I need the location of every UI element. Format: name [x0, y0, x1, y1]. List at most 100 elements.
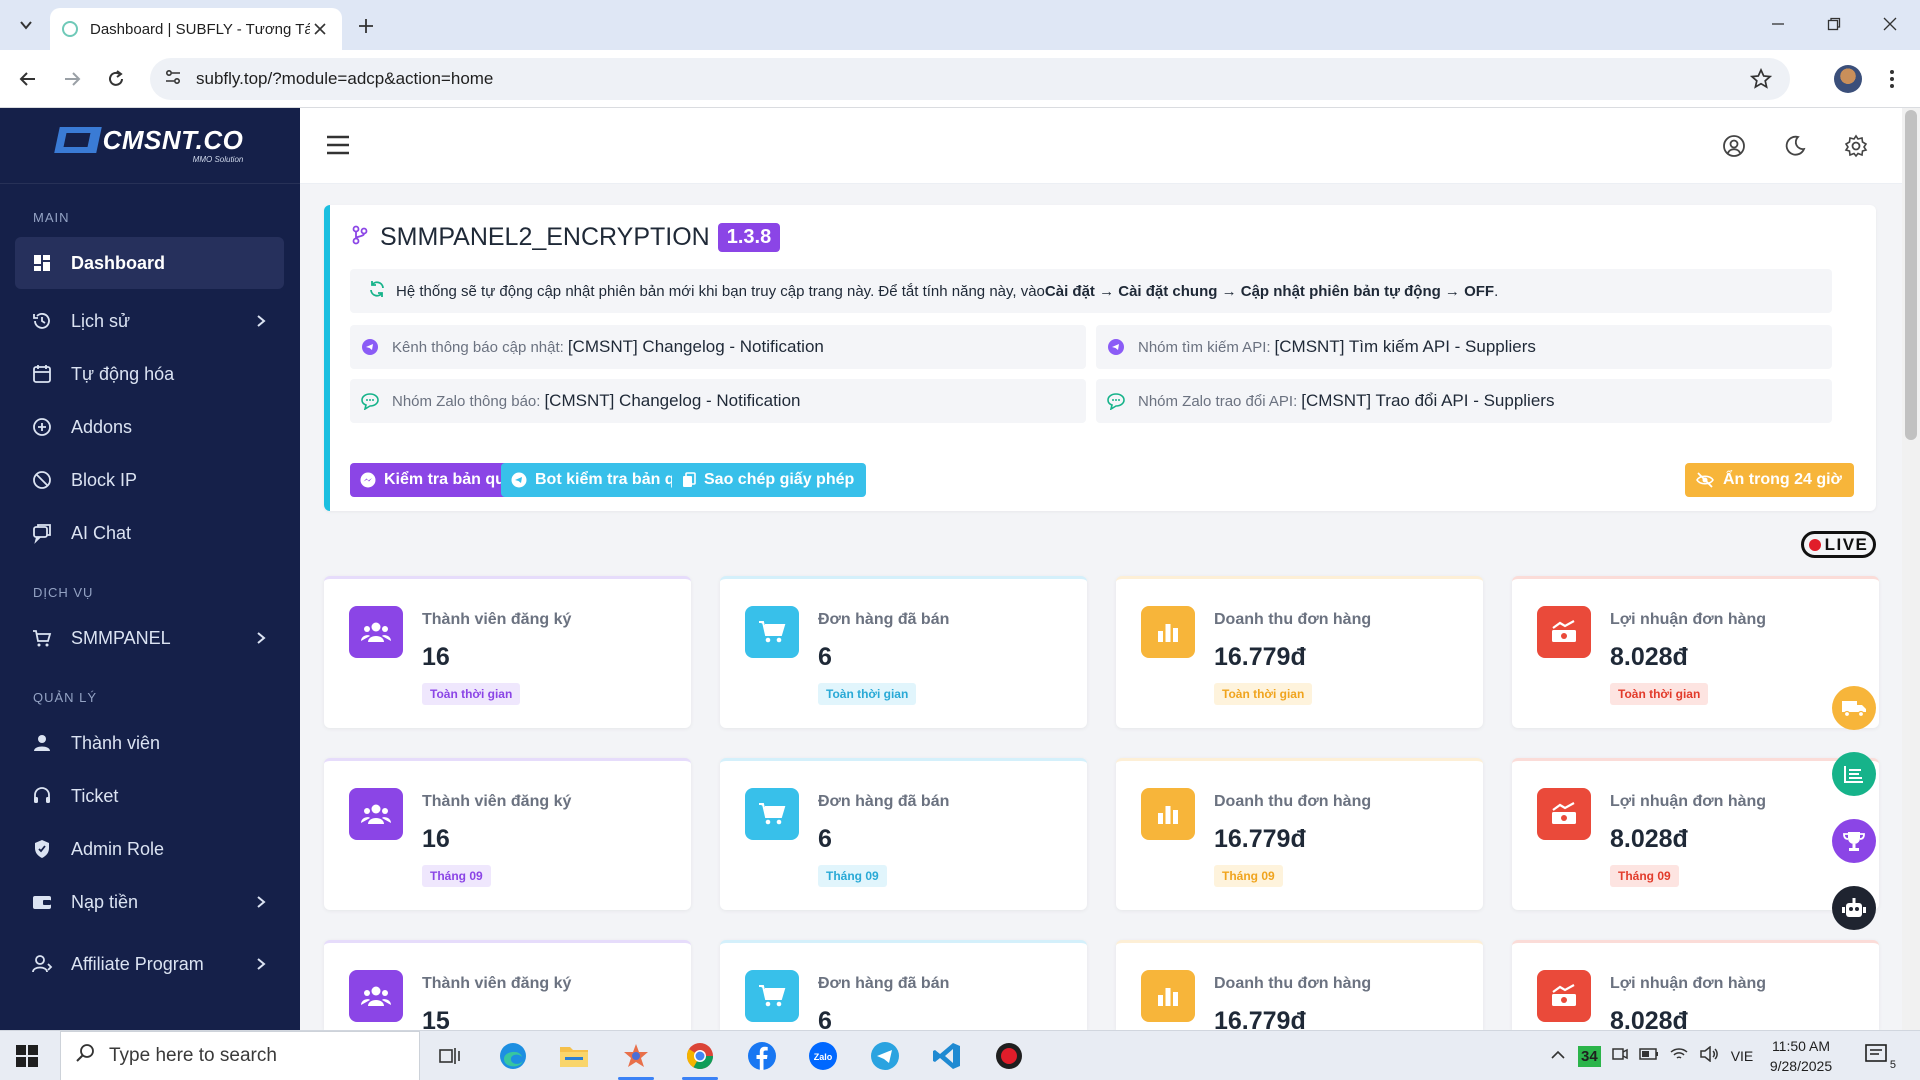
sidebar-item-admin-role[interactable]: Admin Role	[15, 823, 284, 875]
edge-browser-icon[interactable]	[485, 1035, 541, 1077]
cart-icon	[31, 627, 53, 649]
facebook-icon[interactable]	[734, 1035, 790, 1077]
meet-now-icon[interactable]	[1611, 1045, 1629, 1068]
tab-close-icon[interactable]	[310, 19, 330, 39]
sidebar-item-dashboard[interactable]: Dashboard	[15, 237, 284, 289]
stat-card-members: Thành viên đăng ký 16 Toàn thời gian	[324, 576, 691, 728]
restore-window-icon[interactable]	[1806, 8, 1862, 40]
stat-period-badge: Tháng 09	[818, 865, 887, 887]
recorder-icon[interactable]	[981, 1035, 1037, 1077]
bar-chart-icon	[1141, 606, 1195, 658]
sidebar-item-smmpanel[interactable]: SMMPANEL	[15, 612, 284, 664]
back-arrow-icon[interactable]	[12, 63, 44, 95]
git-branch-icon	[352, 223, 368, 252]
stat-value: 6	[818, 643, 832, 671]
list-chart-fab[interactable]	[1832, 752, 1876, 796]
telegram-changelog-link[interactable]: Kênh thông báo cập nhật: [CMSNT] Changel…	[350, 325, 1086, 369]
vscode-icon[interactable]	[919, 1035, 975, 1077]
stat-card-members: Thành viên đăng ký 15	[324, 940, 691, 1035]
sidebar-item-label: AI Chat	[71, 522, 132, 543]
tab-search-dropdown[interactable]	[12, 12, 40, 38]
sidebar-item-history[interactable]: Lịch sử	[15, 295, 284, 347]
tab-title: Dashboard | SUBFLY - Tương Tá	[90, 20, 310, 38]
trophy-fab[interactable]	[1832, 819, 1876, 863]
volume-icon[interactable]	[1699, 1044, 1719, 1067]
app-star-icon[interactable]	[608, 1035, 664, 1080]
telegram-icon	[360, 337, 380, 357]
sidebar-section-services: DỊCH VỤ	[33, 585, 94, 600]
settings-gear-icon[interactable]	[1842, 132, 1870, 160]
product-name: SMMPANEL2_ENCRYPTION	[380, 223, 710, 251]
link-label: Nhóm tìm kiếm API:	[1138, 338, 1271, 356]
hide-24h-button[interactable]: Ẩn trong 24 giờ	[1685, 463, 1854, 497]
taskbar-clock[interactable]: 11:50 AM 9/28/2025	[1756, 1036, 1846, 1076]
sidebar-item-members[interactable]: Thành viên	[15, 717, 284, 769]
headset-icon	[31, 785, 53, 807]
stat-period-badge: Toàn thời gian	[1610, 683, 1709, 705]
browser-tab-active[interactable]: Dashboard | SUBFLY - Tương Tá	[50, 8, 342, 50]
page-scrollbar[interactable]	[1902, 108, 1920, 1030]
robot-fab[interactable]	[1832, 886, 1876, 930]
user-profile-icon[interactable]	[1720, 132, 1748, 160]
chevron-right-icon	[256, 629, 266, 650]
stat-label: Thành viên đăng ký	[422, 611, 572, 628]
shipping-truck-fab[interactable]	[1832, 686, 1876, 730]
dark-mode-moon-icon[interactable]	[1781, 132, 1809, 160]
tab-favicon-icon	[62, 21, 78, 37]
sidebar-item-affiliate[interactable]: Affiliate Program	[15, 938, 284, 990]
sidebar-logo[interactable]: CMSNT.CO MMO Solution	[0, 108, 300, 184]
url-omnibox[interactable]: subfly.top/?module=adcp&action=home	[150, 58, 1790, 100]
stat-card-members: Thành viên đăng ký 16 Tháng 09	[324, 758, 691, 910]
sidebar-item-ticket[interactable]: Ticket	[15, 770, 284, 822]
stat-card-orders: Đơn hàng đã bán 6 Toàn thời gian	[720, 576, 1087, 728]
browser-menu-icon[interactable]	[1882, 64, 1902, 94]
battery-icon[interactable]	[1638, 1047, 1659, 1066]
notification-center-icon[interactable]: 5	[1864, 1043, 1900, 1071]
reload-icon[interactable]	[100, 63, 132, 95]
bookmark-star-icon[interactable]	[1749, 67, 1773, 95]
sidebar-item-label: Affiliate Program	[71, 953, 204, 974]
taskbar-search-box[interactable]: Type here to search	[60, 1031, 420, 1080]
cmsnt-logo-icon	[53, 127, 102, 153]
windows-start-icon[interactable]	[16, 1045, 38, 1072]
sidebar-item-label: Nạp tiền	[71, 891, 139, 912]
zalo-icon[interactable]: Zalo	[795, 1035, 851, 1077]
sidebar-item-addons[interactable]: Addons	[15, 401, 284, 453]
menu-toggle-icon[interactable]	[326, 134, 350, 158]
task-view-icon[interactable]	[422, 1035, 478, 1077]
plus-circle-icon	[31, 416, 53, 438]
sidebar-item-label: Block IP	[71, 469, 138, 490]
weather-badge[interactable]: 34	[1578, 1045, 1601, 1067]
wallet-icon	[31, 891, 53, 913]
zalo-changelog-link[interactable]: Nhóm Zalo thông báo: [CMSNT] Changelog -…	[350, 379, 1086, 423]
money-trend-icon	[1537, 788, 1591, 840]
sidebar-item-automation[interactable]: Tự động hóa	[15, 348, 284, 400]
site-info-icon[interactable]	[164, 68, 182, 91]
new-tab-button[interactable]	[352, 12, 380, 40]
sidebar-item-block-ip[interactable]: Block IP	[15, 454, 284, 506]
chrome-browser-icon[interactable]	[672, 1035, 728, 1080]
copy-license-button[interactable]: Sao chép giấy phép	[672, 463, 867, 497]
stat-value: 16	[422, 825, 450, 853]
zalo-api-exchange-link[interactable]: Nhóm Zalo trao đổi API: [CMSNT] Trao đổi…	[1096, 379, 1832, 423]
logo-subtitle: MMO Solution	[192, 155, 244, 164]
sidebar-item-deposit[interactable]: Nạp tiền	[15, 876, 284, 928]
forward-arrow-icon[interactable]	[56, 63, 88, 95]
telegram-app-icon[interactable]	[857, 1035, 913, 1077]
telegram-api-search-link[interactable]: Nhóm tìm kiếm API: [CMSNT] Tìm kiếm API …	[1096, 325, 1832, 369]
file-explorer-icon[interactable]	[546, 1035, 602, 1077]
top-header	[300, 108, 1902, 184]
input-language[interactable]: VIE	[1731, 1048, 1754, 1064]
cart-icon	[745, 970, 799, 1022]
minimize-window-icon[interactable]	[1750, 8, 1806, 40]
stat-label: Lợi nhuận đơn hàng	[1610, 611, 1767, 628]
scrollbar-thumb[interactable]	[1905, 110, 1917, 440]
url-text: subfly.top/?module=adcp&action=home	[196, 69, 494, 88]
sidebar-item-ai-chat[interactable]: AI Chat	[15, 507, 284, 559]
sidebar-item-label: Addons	[71, 416, 133, 437]
wifi-icon[interactable]	[1669, 1046, 1689, 1067]
close-window-icon[interactable]	[1862, 8, 1918, 40]
show-hidden-icons-chevron-up-icon[interactable]	[1550, 1047, 1566, 1065]
taskbar-search-placeholder: Type here to search	[109, 1045, 277, 1066]
profile-avatar[interactable]	[1834, 65, 1862, 93]
